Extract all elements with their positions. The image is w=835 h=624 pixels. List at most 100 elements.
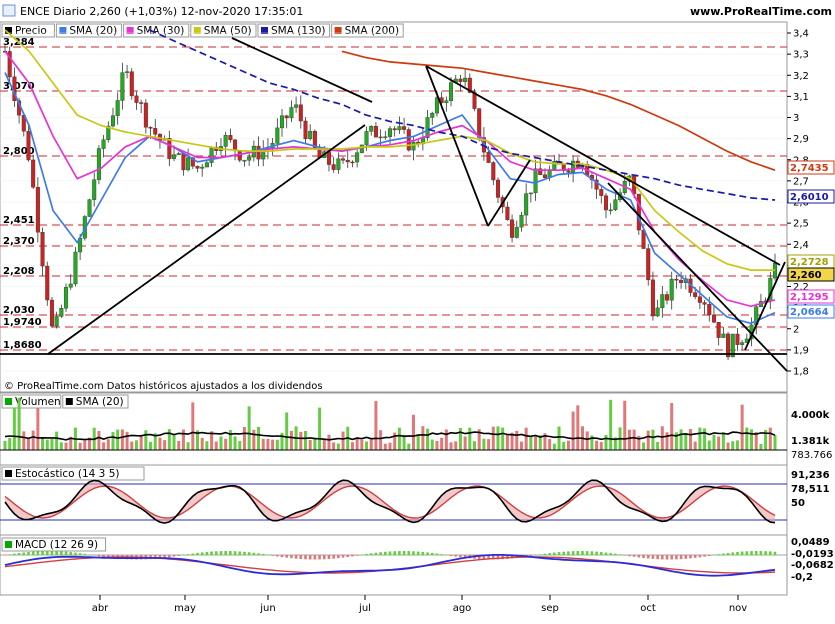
candle-body-20 xyxy=(96,148,101,180)
candle-body-6 xyxy=(31,159,36,188)
macd-hist-bar-86 xyxy=(407,551,411,556)
volume-bar-48 xyxy=(228,429,232,450)
volume-bar-7 xyxy=(36,408,40,450)
volume-bar-61 xyxy=(289,430,293,450)
stochastic-legend-swatch-0 xyxy=(5,470,12,477)
macd-hist-bar-121 xyxy=(571,551,575,556)
price-tick-label-0: 3,4 xyxy=(793,29,809,40)
candle-body-50 xyxy=(237,150,242,161)
volume-bar-93 xyxy=(440,437,444,450)
volume-bar-16 xyxy=(78,442,82,450)
macd-hist-bar-134 xyxy=(632,555,636,557)
stochastic-tick-1: 78,511 xyxy=(791,484,830,495)
candle-body-113 xyxy=(533,168,538,194)
volume-bar-97 xyxy=(458,427,462,450)
candle-body-135 xyxy=(636,193,641,231)
macd-hist-bar-46 xyxy=(219,551,223,556)
candle-body-72 xyxy=(341,158,346,161)
macd-hist-bar-145 xyxy=(684,555,688,559)
macd-hist-bar-38 xyxy=(182,554,185,556)
candle-body-140 xyxy=(660,294,665,309)
volume-bar-17 xyxy=(83,440,87,450)
site-url[interactable]: www.ProRealTime.com xyxy=(690,5,832,18)
candle-body-37 xyxy=(176,153,181,155)
candle-body-107 xyxy=(505,206,510,220)
macd-hist-bar-153 xyxy=(722,553,725,556)
macd-hist-bar-51 xyxy=(243,551,246,556)
volume-tick-1: 1.381k xyxy=(791,436,830,447)
price-chart: ENCE Diario 2,260 (+1,03%) 12-nov-2020 1… xyxy=(0,0,835,614)
macd-hist-bar-76 xyxy=(360,554,364,556)
volume-bar-148 xyxy=(698,427,702,450)
volume-bar-83 xyxy=(393,432,397,450)
volume-bar-22 xyxy=(106,439,110,450)
price-tick-label-1: 3,3 xyxy=(793,50,809,61)
volume-bar-141 xyxy=(665,432,669,450)
volume-bar-58 xyxy=(275,439,279,450)
macd-hist-bar-161 xyxy=(759,551,763,556)
price-legend-label-0: Precio xyxy=(15,25,47,37)
macd-hist-bar-136 xyxy=(642,555,645,559)
candle-body-59 xyxy=(280,115,285,129)
volume-bar-43 xyxy=(205,441,209,450)
macd-hist-bar-11 xyxy=(55,551,58,556)
macd-hist-bar-0 xyxy=(3,555,7,556)
macd-hist-bar-69 xyxy=(327,555,331,560)
candle-body-138 xyxy=(650,279,655,317)
candle-body-98 xyxy=(463,77,468,82)
macd-hist-bar-2 xyxy=(13,553,16,556)
volume-bar-110 xyxy=(519,441,523,450)
volume-bar-50 xyxy=(238,440,242,450)
macd-hist-bar-80 xyxy=(379,552,382,556)
candle-body-84 xyxy=(397,126,402,131)
volume-legend-swatch-0 xyxy=(5,398,12,405)
macd-hist-bar-43 xyxy=(205,551,209,556)
macd-hist-bar-9 xyxy=(45,551,49,556)
candle-body-75 xyxy=(355,152,360,163)
macd-hist-bar-160 xyxy=(754,551,758,556)
volume-bar-105 xyxy=(496,426,500,450)
volume-legend-label-1: SMA (20) xyxy=(76,396,124,408)
candle-body-21 xyxy=(101,139,106,149)
macd-tick-2: -0,0682 xyxy=(791,560,834,571)
volume-bar-45 xyxy=(214,441,218,450)
volume-bar-67 xyxy=(318,407,322,450)
volume-bar-103 xyxy=(487,439,491,450)
volume-bar-20 xyxy=(97,430,101,450)
volume-bar-1 xyxy=(8,437,12,450)
volume-bar-64 xyxy=(303,430,307,450)
candle-body-47 xyxy=(223,135,228,147)
x-month-label-4: ago xyxy=(453,603,472,614)
macd-hist-bar-122 xyxy=(576,551,580,556)
macd-hist-bar-155 xyxy=(731,552,735,556)
candle-body-111 xyxy=(524,193,529,216)
candle-body-117 xyxy=(552,161,557,170)
candle-body-85 xyxy=(402,126,407,130)
macd-hist-bar-126 xyxy=(595,551,598,556)
candle-body-30 xyxy=(143,102,148,128)
macd-hist-bar-157 xyxy=(740,551,744,556)
candle-body-9 xyxy=(45,265,50,301)
candle-body-130 xyxy=(613,199,618,211)
candle-body-36 xyxy=(172,154,177,159)
volume-legend-label-0: Volumen xyxy=(15,396,61,408)
macd-hist-bar-4 xyxy=(22,552,26,556)
volume-bar-33 xyxy=(158,437,162,450)
macd-hist-bar-35 xyxy=(168,555,171,558)
volume-bar-55 xyxy=(261,438,265,450)
app-icon[interactable] xyxy=(2,4,16,17)
candle-body-41 xyxy=(195,165,200,169)
price-legend-label-3: SMA (50) xyxy=(204,25,252,37)
volume-bar-157 xyxy=(740,404,744,450)
candle-body-97 xyxy=(458,78,463,82)
volume-legend-swatch-1 xyxy=(65,398,73,405)
macd-hist-bar-125 xyxy=(590,551,594,556)
candle-body-76 xyxy=(359,144,364,153)
macd-hist-bar-97 xyxy=(459,555,462,558)
macd-hist-bar-40 xyxy=(191,553,195,556)
level-label-4: 2,370 xyxy=(3,236,35,247)
volume-bar-88 xyxy=(416,434,420,450)
candle-body-108 xyxy=(510,219,515,238)
stochastic-legend: Estocástico (14 3 5) xyxy=(1,466,145,481)
volume-bar-137 xyxy=(646,430,650,450)
